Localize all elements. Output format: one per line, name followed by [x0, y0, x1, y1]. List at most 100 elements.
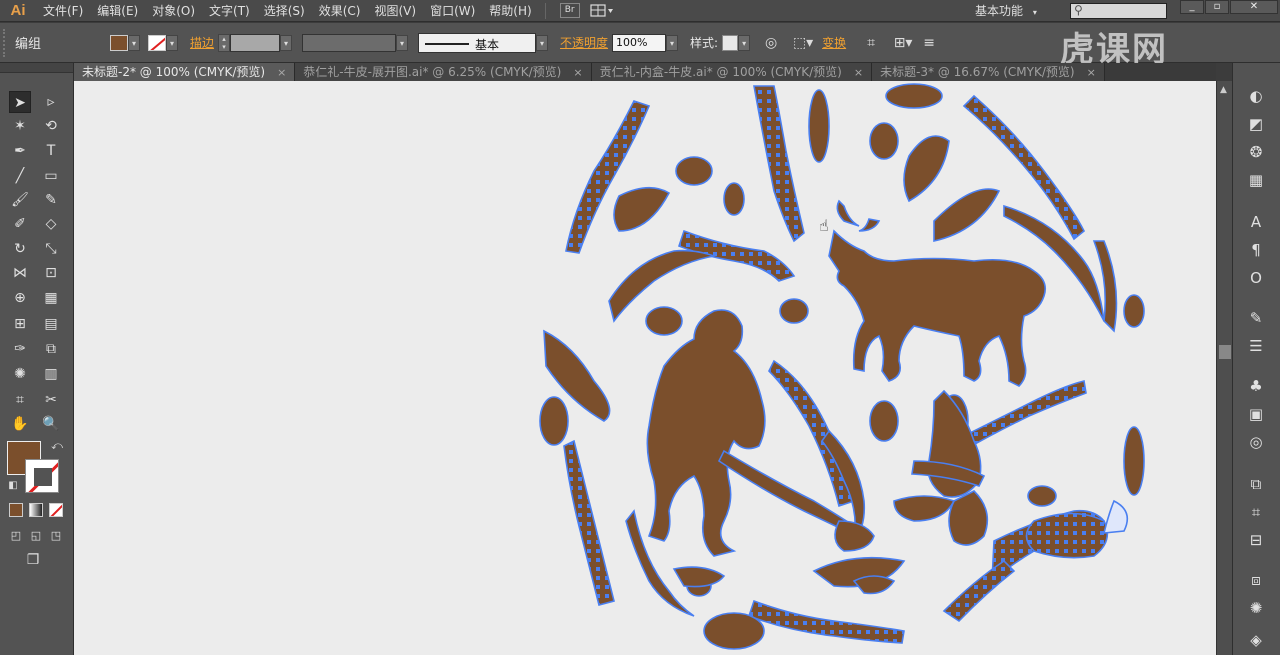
- opacity-input[interactable]: 100%: [612, 33, 667, 52]
- transform-options-icon[interactable]: ⊞▾: [892, 32, 914, 54]
- artboard-canvas[interactable]: ☝: [74, 81, 1216, 655]
- paragraph-panel-icon[interactable]: ¶: [1245, 239, 1267, 261]
- perspective-grid-tool-icon[interactable]: ▦: [40, 287, 62, 309]
- align-icon[interactable]: ⬚▾: [792, 32, 814, 54]
- rotate-tool-icon[interactable]: ↻: [9, 238, 31, 260]
- free-transform-tool-icon[interactable]: ⊡: [40, 262, 62, 284]
- width-tool-icon[interactable]: ⋈: [9, 262, 31, 284]
- menu-view[interactable]: 视图(V): [367, 0, 423, 22]
- scroll-up-icon[interactable]: ▲: [1220, 85, 1227, 95]
- graphic-style-swatch[interactable]: [722, 34, 739, 51]
- arrange-documents-button[interactable]: [588, 3, 616, 19]
- transparency-panel-icon[interactable]: ◎: [1245, 431, 1267, 453]
- draw-behind-icon[interactable]: ◱: [25, 525, 47, 547]
- stroke-color-box[interactable]: [25, 459, 59, 493]
- rectangle-tool-icon[interactable]: ▭: [40, 165, 62, 187]
- draw-inside-icon[interactable]: ◳: [45, 525, 67, 547]
- default-colors-icon[interactable]: ◧: [2, 475, 24, 497]
- appearance-panel-icon[interactable]: ❂: [1245, 141, 1267, 163]
- brushes-panel-icon[interactable]: ✎: [1245, 307, 1267, 329]
- stroke-panel-link[interactable]: 描边: [190, 34, 214, 51]
- stroke-dropdown[interactable]: ▾: [166, 34, 178, 51]
- style-dropdown[interactable]: ▾: [738, 34, 751, 51]
- tools-panel-header[interactable]: [0, 63, 73, 73]
- shape-builder-tool-icon[interactable]: ⊕: [9, 287, 31, 309]
- panel-menu-icon[interactable]: ≡: [918, 32, 940, 54]
- fill-color-swatch[interactable]: [110, 34, 128, 51]
- stroke-weight-stepper[interactable]: ▴ ▾: [218, 33, 231, 52]
- hand-tool-icon[interactable]: ✋: [9, 413, 31, 435]
- opentype-panel-icon[interactable]: O: [1245, 267, 1267, 289]
- opacity-panel-link[interactable]: 不透明度: [560, 34, 608, 51]
- menu-type[interactable]: 文字(T): [202, 0, 257, 22]
- direct-selection-tool-icon[interactable]: ▹: [40, 91, 62, 113]
- isolate-group-icon[interactable]: ⌗: [860, 32, 882, 54]
- slice-tool-icon[interactable]: ✂: [40, 389, 62, 411]
- close-window-button[interactable]: ✕: [1230, 0, 1278, 14]
- none-mode-button[interactable]: [49, 503, 63, 517]
- swap-fill-stroke-icon[interactable]: ⤺: [46, 435, 68, 457]
- minimize-button[interactable]: _: [1180, 0, 1204, 14]
- close-icon[interactable]: ×: [1087, 66, 1096, 79]
- stroke-panel-icon[interactable]: ☰: [1245, 335, 1267, 357]
- color-panel-icon[interactable]: ◐: [1245, 85, 1267, 107]
- tab-document-2[interactable]: 恭仁礼-牛皮-展开图.ai* @ 6.25% (CMYK/预览) ×: [295, 63, 592, 81]
- brush-dropdown[interactable]: ▾: [536, 34, 549, 51]
- brush-definition-select[interactable]: 基本: [418, 32, 537, 53]
- scale-tool-icon[interactable]: ⤡: [40, 238, 62, 260]
- gradient-panel-icon[interactable]: ▣: [1245, 403, 1267, 425]
- paintbrush-tool-icon[interactable]: 🖌: [9, 189, 31, 211]
- pathfinder-panel-icon[interactable]: ⧉: [1245, 473, 1267, 495]
- close-icon[interactable]: ×: [277, 66, 286, 79]
- links-panel-icon[interactable]: ⧈: [1245, 569, 1267, 591]
- variable-width-profile[interactable]: [302, 33, 397, 52]
- variable-width-dropdown[interactable]: ▾: [396, 34, 409, 51]
- panel-grip[interactable]: [3, 28, 9, 57]
- selection-tool-icon[interactable]: ➤: [9, 91, 31, 113]
- vertical-scrollbar[interactable]: ▲: [1216, 81, 1232, 655]
- stroke-color-swatch[interactable]: [148, 34, 166, 51]
- blob-brush-tool-icon[interactable]: ✐: [9, 213, 31, 235]
- menu-file[interactable]: 文件(F): [36, 0, 90, 22]
- eyedropper-tool-icon[interactable]: ✑: [9, 338, 31, 360]
- align-panel-icon[interactable]: ⊟: [1245, 529, 1267, 551]
- mesh-tool-icon[interactable]: ⊞: [9, 313, 31, 335]
- character-panel-icon[interactable]: A: [1245, 211, 1267, 233]
- help-search-input[interactable]: ⚲: [1070, 3, 1167, 19]
- symbols-panel-icon[interactable]: ♣: [1245, 375, 1267, 397]
- transform-panel-link[interactable]: 变换: [822, 34, 846, 51]
- navigator-panel-icon[interactable]: ✺: [1245, 597, 1267, 619]
- menu-select[interactable]: 选择(S): [257, 0, 312, 22]
- color-guide-icon[interactable]: ◩: [1245, 113, 1267, 135]
- scroll-thumb[interactable]: [1219, 345, 1231, 359]
- screen-mode-icon[interactable]: ❐: [22, 549, 44, 571]
- column-graph-tool-icon[interactable]: ▥: [40, 363, 62, 385]
- menu-help[interactable]: 帮助(H): [482, 0, 538, 22]
- fill-dropdown[interactable]: ▾: [128, 34, 140, 51]
- layers-panel-icon[interactable]: ◈: [1245, 629, 1267, 651]
- type-tool-icon[interactable]: T: [40, 140, 62, 162]
- tab-document-1[interactable]: 未标题-2* @ 100% (CMYK/预览) ×: [74, 63, 296, 81]
- symbol-sprayer-tool-icon[interactable]: ✺: [9, 363, 31, 385]
- menu-window[interactable]: 窗口(W): [423, 0, 482, 22]
- zoom-tool-icon[interactable]: 🔍: [40, 413, 62, 435]
- eraser-tool-icon[interactable]: ◇: [40, 213, 62, 235]
- color-mode-button[interactable]: [9, 503, 23, 517]
- close-icon[interactable]: ×: [573, 66, 582, 79]
- lasso-tool-icon[interactable]: ⟲: [40, 115, 62, 137]
- blend-tool-icon[interactable]: ⧉: [40, 338, 62, 360]
- workspace-switcher[interactable]: 基本功能 ▾: [975, 0, 1037, 22]
- gradient-tool-icon[interactable]: ▤: [40, 313, 62, 335]
- maximize-button[interactable]: ▫: [1205, 0, 1229, 14]
- artboard-tool-icon[interactable]: ⌗: [9, 389, 31, 411]
- pencil-tool-icon[interactable]: ✎: [40, 189, 62, 211]
- opacity-dropdown[interactable]: ▾: [666, 34, 679, 51]
- magic-wand-tool-icon[interactable]: ✶: [9, 115, 31, 137]
- menu-object[interactable]: 对象(O): [145, 0, 202, 22]
- menu-effect[interactable]: 效果(C): [312, 0, 368, 22]
- gradient-mode-button[interactable]: [29, 503, 43, 517]
- draw-normal-icon[interactable]: ◰: [5, 525, 27, 547]
- close-icon[interactable]: ×: [854, 66, 863, 79]
- swatches-panel-icon[interactable]: ▦: [1245, 169, 1267, 191]
- tab-document-4[interactable]: 未标题-3* @ 16.67% (CMYK/预览) ×: [872, 63, 1105, 81]
